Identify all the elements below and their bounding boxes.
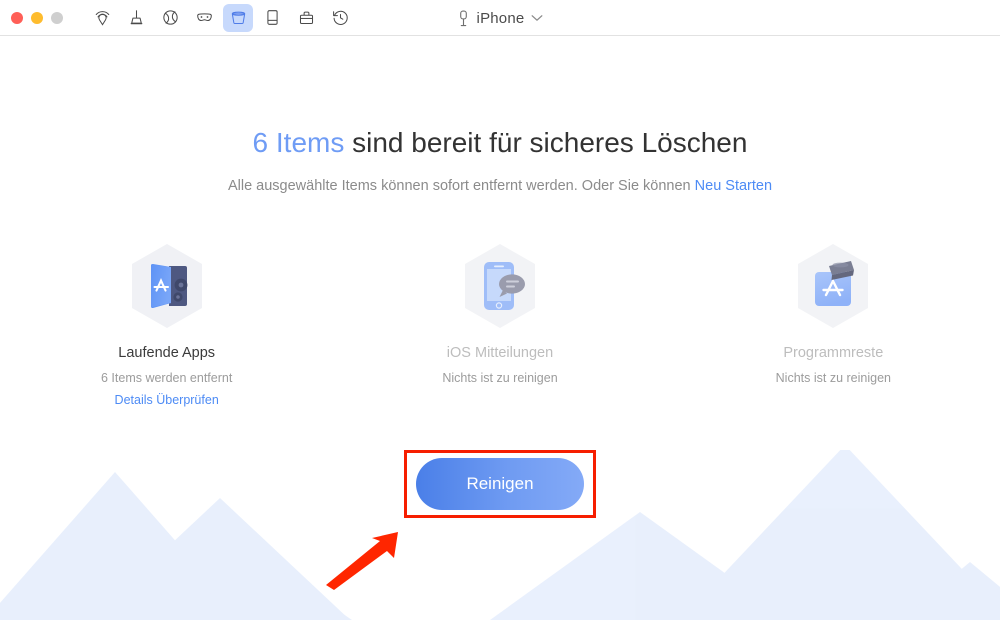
card-title: Programmreste bbox=[783, 345, 884, 361]
card-title: Laufende Apps bbox=[118, 345, 216, 361]
bucket-icon bbox=[229, 8, 248, 27]
maximize-button[interactable] bbox=[51, 11, 63, 24]
minimize-button[interactable] bbox=[31, 11, 43, 24]
airdrop-icon bbox=[93, 8, 112, 27]
title-bar: iPhone bbox=[0, 0, 1000, 36]
card-title: iOS Mitteilungen bbox=[446, 345, 554, 361]
card-details-link[interactable]: Details Überprüfen bbox=[115, 393, 219, 407]
close-button[interactable] bbox=[11, 11, 23, 24]
toolbar-item-incognito[interactable] bbox=[189, 4, 219, 32]
headline-count: 6 Items bbox=[252, 127, 345, 158]
category-cards: Laufende Apps 6 Items werden entfernt De… bbox=[0, 240, 1000, 407]
device-title: iPhone bbox=[476, 9, 525, 27]
annotation-highlight-box bbox=[404, 450, 596, 518]
toolbar-item-airdrop[interactable] bbox=[87, 4, 117, 32]
annotation-arrow bbox=[326, 532, 398, 590]
device-icon bbox=[263, 8, 282, 27]
toolbar-item-junk-clean[interactable] bbox=[223, 3, 253, 32]
restart-link[interactable]: Neu Starten bbox=[695, 178, 772, 194]
toolbar-item-history[interactable] bbox=[325, 4, 355, 32]
card-subtitle: 6 Items werden entfernt bbox=[101, 371, 233, 385]
toolbar-item-privacy[interactable] bbox=[155, 4, 185, 32]
iphone-device-icon bbox=[457, 10, 470, 27]
card-running-apps[interactable]: Laufende Apps 6 Items werden entfernt De… bbox=[0, 240, 333, 407]
card-app-leftovers[interactable]: Programmreste Nichts ist zu reinigen bbox=[667, 240, 1000, 407]
app-folder-gears-icon bbox=[125, 240, 209, 332]
app-box-icon bbox=[791, 240, 875, 332]
main-content: 6 Items sind bereit für sicheres Löschen… bbox=[0, 36, 1000, 620]
toolbox-icon bbox=[297, 8, 316, 27]
card-ios-notifications[interactable]: iOS Mitteilungen Nichts ist zu reinigen bbox=[333, 240, 666, 407]
plunger-icon bbox=[127, 8, 146, 27]
app-window: iPhone 6 Items sind bereit für sicheres … bbox=[0, 0, 1000, 620]
mask-icon bbox=[195, 8, 214, 27]
toolbar-item-clean[interactable] bbox=[121, 4, 151, 32]
headline-rest: sind bereit für sicheres Löschen bbox=[344, 127, 748, 158]
subtitle-text: Alle ausgewählte Items können sofort ent… bbox=[227, 178, 695, 194]
page-subtitle: Alle ausgewählte Items können sofort ent… bbox=[0, 178, 1000, 194]
card-subtitle: Nichts ist zu reinigen bbox=[775, 371, 891, 385]
chevron-down-icon[interactable] bbox=[531, 14, 543, 22]
page-title: 6 Items sind bereit für sicheres Löschen bbox=[0, 127, 1000, 159]
history-icon bbox=[331, 8, 350, 27]
traffic-lights bbox=[11, 11, 63, 24]
toolbar bbox=[87, 3, 355, 32]
toolbar-item-toolbox[interactable] bbox=[291, 4, 321, 32]
globe-icon bbox=[161, 8, 180, 27]
card-subtitle: Nichts ist zu reinigen bbox=[442, 371, 558, 385]
phone-message-icon bbox=[458, 240, 542, 332]
toolbar-item-device[interactable] bbox=[257, 4, 287, 32]
